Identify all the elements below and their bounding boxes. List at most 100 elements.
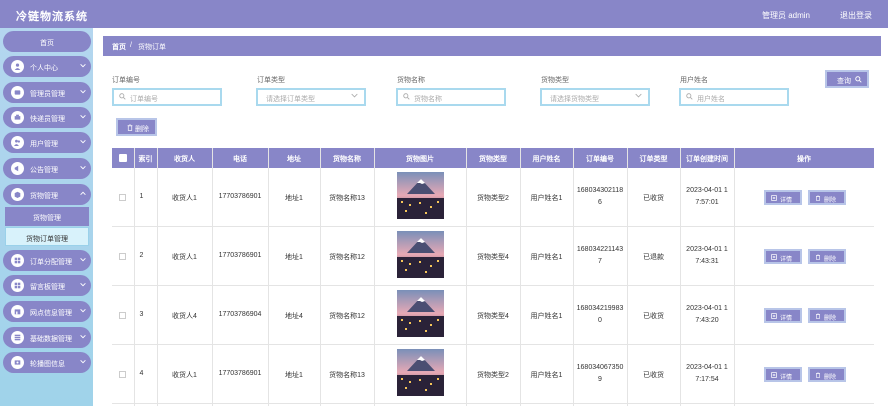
search-button[interactable]: 查询 (825, 70, 869, 88)
sidebar-item-courier-management[interactable]: 快递员管理 (3, 107, 91, 128)
sidebar-item-user-management[interactable]: 用户管理 (3, 132, 91, 153)
column-header: 订单创建时间 (686, 156, 728, 163)
logout-link[interactable]: 退出登录 (840, 10, 872, 21)
detail-button[interactable]: 详情 (764, 249, 802, 264)
delete-button[interactable]: 删除 (808, 367, 846, 382)
cell-address: 地址1 (285, 254, 303, 261)
chevron-down-icon (80, 308, 86, 315)
courier-icon (11, 111, 24, 124)
submenu-label: 货物订单管理 (26, 236, 68, 243)
row-checkbox[interactable] (119, 194, 126, 201)
message-icon (11, 279, 24, 292)
cell-goods-name: 货物名称13 (329, 195, 365, 202)
table-row: 2 收货人1 17703786901 地址1 货物名称12 货物类型4 用户姓名… (112, 227, 874, 286)
cell-user-name: 用户姓名1 (530, 195, 563, 202)
sidebar-item-home[interactable]: 首页 (3, 31, 91, 52)
select-all-checkbox[interactable] (119, 154, 127, 162)
column-header: 收货人 (174, 156, 195, 163)
goods-image[interactable] (397, 172, 444, 219)
sidebar-item-outlet-info[interactable]: 网点信息管理 (3, 301, 91, 322)
sidebar: 首页 个人中心 管理员管理 快递员管理 用户管理 公告管理 货物管理 货物管理 … (0, 28, 93, 406)
row-checkbox[interactable] (119, 312, 126, 319)
submenu-goods-management[interactable]: 货物管理 (5, 207, 89, 226)
data-icon (11, 331, 24, 344)
detail-button[interactable]: 详情 (764, 308, 802, 323)
sidebar-item-label: 首页 (40, 40, 54, 47)
detail-button[interactable]: 详情 (764, 367, 802, 382)
detail-label: 详情 (780, 316, 793, 322)
row-checkbox[interactable] (119, 253, 126, 260)
notice-icon (11, 162, 24, 175)
cell-created-at-cont: 7:57:01 (695, 199, 719, 206)
row-checkbox[interactable] (119, 371, 126, 378)
detail-label: 详情 (780, 198, 793, 204)
goods-name-input[interactable]: 货物名称 (396, 88, 506, 106)
assign-icon (11, 254, 24, 267)
detail-label: 详情 (780, 375, 793, 381)
delete-button[interactable]: 删除 (808, 190, 846, 205)
table-header-row: 索引 收货人 电话 地址 货物名称 货物图片 货物类型 用户姓名 订单编号 订单… (112, 148, 874, 168)
sidebar-item-order-assignment[interactable]: 订单分配管理 (3, 250, 91, 271)
user-icon (11, 60, 24, 73)
column-header: 电话 (233, 156, 247, 163)
user-name-input[interactable]: 用户姓名 (679, 88, 789, 106)
table-row: 3 收货人4 17703786904 地址4 货物名称12 货物类型4 用户姓名… (112, 286, 874, 345)
detail-button[interactable]: 详情 (764, 190, 802, 205)
cell-goods-name: 货物名称12 (329, 313, 365, 320)
sidebar-item-message-board[interactable]: 留言板管理 (3, 275, 91, 296)
sidebar-item-personal-center[interactable]: 个人中心 (3, 56, 91, 77)
order-no-placeholder: 订单编号 (130, 96, 158, 103)
delete-button[interactable]: 删除 (808, 249, 846, 264)
sidebar-item-carousel-info[interactable]: 轮播图信息 (3, 352, 91, 373)
delete-label: 删除 (824, 198, 837, 204)
search-icon (119, 93, 126, 102)
sidebar-item-label: 用户管理 (30, 141, 58, 148)
cell-created-at: 2023-04-01 1 (686, 246, 728, 253)
submenu-label: 货物管理 (33, 215, 61, 222)
users-icon (11, 136, 24, 149)
goods-image[interactable] (397, 231, 444, 278)
cell-phone: 17703786904 (218, 311, 262, 318)
column-header: 订单类型 (639, 156, 668, 163)
cell-order-type: 已收货 (643, 195, 664, 202)
goods-image[interactable] (397, 349, 444, 396)
goods-type-select[interactable]: 请选择货物类型 (540, 88, 650, 106)
batch-delete-button[interactable]: 删除 (116, 118, 157, 136)
chevron-down-icon (80, 114, 86, 121)
cell-index: 2 (139, 252, 144, 259)
cell-receiver: 收货人4 (172, 313, 197, 320)
trash-icon (127, 124, 133, 133)
breadcrumb-separator: / (130, 42, 132, 49)
table-row: 4 收货人1 17703786901 地址1 货物名称13 货物类型2 用户姓名… (112, 345, 874, 404)
order-no-input[interactable]: 订单编号 (112, 88, 222, 106)
submenu-goods-order-management[interactable]: 货物订单管理 (5, 227, 89, 246)
order-type-select[interactable]: 请选择订单类型 (256, 88, 366, 106)
sidebar-item-notice-management[interactable]: 公告管理 (3, 158, 91, 179)
cell-created-at-cont: 7:43:31 (695, 258, 719, 265)
cell-order-no-cont: 9 (598, 376, 602, 383)
cell-goods-name: 货物名称12 (329, 254, 365, 261)
sidebar-item-basic-data[interactable]: 基础数据管理 (3, 327, 91, 348)
goods-type-placeholder: 请选择货物类型 (550, 96, 599, 103)
column-header: 订单编号 (586, 156, 614, 163)
sidebar-item-label: 订单分配管理 (30, 259, 72, 266)
goods-image[interactable] (397, 290, 444, 337)
outlet-icon (11, 305, 24, 318)
chevron-down-icon (351, 93, 358, 100)
user-name-placeholder: 用户姓名 (697, 96, 725, 103)
cell-order-no: 168034219983 (576, 305, 624, 312)
top-bar: 冷链物流系统 管理员 admin 退出登录 (0, 0, 888, 28)
sidebar-item-goods-management[interactable]: 货物管理 (3, 184, 91, 205)
cell-order-no: 168034067350 (576, 364, 624, 371)
search-icon (686, 93, 693, 102)
search-icon (855, 76, 862, 85)
sidebar-item-admin-management[interactable]: 管理员管理 (3, 82, 91, 103)
sidebar-item-label: 轮播图信息 (30, 361, 65, 368)
detail-label: 详情 (780, 257, 793, 263)
delete-label: 删除 (824, 375, 837, 381)
breadcrumb-home[interactable]: 首页 (112, 42, 126, 52)
column-header: 索引 (138, 156, 153, 163)
cell-order-no: 168034302118 (576, 187, 624, 194)
column-header: 货物类型 (479, 156, 507, 163)
delete-button[interactable]: 删除 (808, 308, 846, 323)
